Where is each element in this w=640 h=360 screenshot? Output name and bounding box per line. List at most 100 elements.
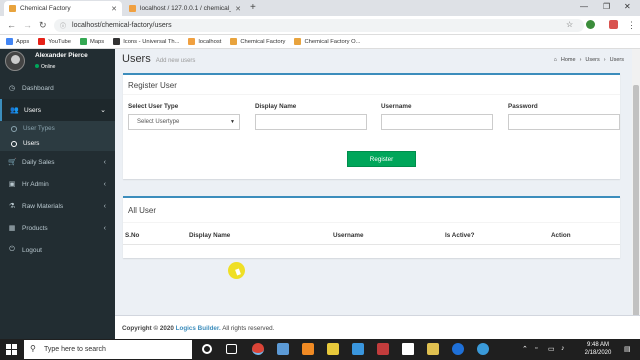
bookmark-apps[interactable]: Apps bbox=[6, 38, 29, 45]
page-subtitle: Add new users bbox=[155, 58, 196, 64]
status-text: Online bbox=[41, 64, 56, 70]
app-icon[interactable] bbox=[477, 343, 489, 355]
profile-icon[interactable] bbox=[609, 20, 618, 29]
sidebar-item-logout[interactable]: ⏻ Logout bbox=[0, 239, 115, 261]
tab-chemical-factory[interactable]: Chemical Factory ✕ bbox=[4, 1, 122, 16]
brand-link[interactable]: Logics Builder. bbox=[176, 325, 221, 332]
sidebar-item-raw-materials[interactable]: ⚗ Raw Materials ‹ bbox=[0, 195, 115, 217]
sidebar-item-label: Products bbox=[22, 224, 48, 232]
reload-icon[interactable]: ↻ bbox=[39, 20, 47, 31]
separator-icon: › bbox=[603, 57, 606, 63]
separator-icon: › bbox=[579, 57, 582, 63]
network-icon[interactable]: ▭ bbox=[548, 345, 555, 353]
display-name-input[interactable] bbox=[255, 114, 367, 130]
all-users-box: All User S.No Display Name Username Is A… bbox=[123, 196, 620, 258]
table-header: Username bbox=[333, 232, 364, 239]
chevron-down-icon: ⌄ bbox=[100, 107, 106, 114]
minimize-icon[interactable]: — bbox=[580, 2, 588, 11]
clock[interactable]: 9:48 AM 2/18/2020 bbox=[578, 341, 618, 357]
scrollbar[interactable] bbox=[632, 49, 640, 339]
windows-start-icon[interactable] bbox=[6, 344, 17, 355]
sidebar-subitem-user-types[interactable]: User Types bbox=[0, 121, 115, 136]
notifications-icon[interactable]: ▤ bbox=[624, 345, 631, 353]
sidebar-subitem-users[interactable]: Users bbox=[0, 136, 115, 151]
extension-icon[interactable] bbox=[586, 20, 595, 29]
menu-icon[interactable]: ⋮ bbox=[627, 20, 636, 31]
bookmark-chemical-factory-o[interactable]: Chemical Factory O... bbox=[294, 38, 361, 45]
username-input[interactable] bbox=[381, 114, 493, 130]
tab-title: Chemical Factory bbox=[20, 5, 71, 12]
mail-icon[interactable] bbox=[402, 343, 414, 355]
messenger-icon[interactable] bbox=[452, 343, 464, 355]
dashboard-icon: ◷ bbox=[8, 85, 16, 92]
bookmark-localhost[interactable]: localhost bbox=[188, 38, 221, 45]
taskbar-search[interactable]: ⚲ Type here to search bbox=[24, 340, 192, 359]
sidebar-item-label: User Types bbox=[23, 125, 55, 132]
field-label: Username bbox=[381, 103, 412, 110]
store-icon[interactable] bbox=[352, 343, 364, 355]
bookmark-youtube[interactable]: YouTube bbox=[38, 38, 71, 45]
bookmark-label: Apps bbox=[16, 38, 30, 45]
xampp-icon[interactable] bbox=[302, 343, 314, 355]
avatar bbox=[5, 51, 25, 71]
cortana-icon[interactable] bbox=[202, 344, 212, 354]
taskbar: ⚲ Type here to search ⌃ ▫ ▭ ♪ 9:48 AM 2/1… bbox=[0, 339, 640, 360]
main-content: Users Add new users ⌂ Home › Users › Users Reg… bbox=[115, 49, 640, 339]
breadcrumb-home[interactable]: Home bbox=[561, 57, 576, 63]
favicon-icon bbox=[230, 38, 238, 45]
folder-icon[interactable] bbox=[427, 343, 439, 355]
sidebar-item-dashboard[interactable]: ◷ Dashboard bbox=[0, 77, 115, 99]
table-header-divider bbox=[123, 244, 620, 245]
close-tab-icon[interactable]: ✕ bbox=[111, 5, 117, 13]
sidebar-item-daily-sales[interactable]: 🛒 Daily Sales ‹ bbox=[0, 151, 115, 173]
footer: Copyright © 2020 Logics Builder. All rig… bbox=[115, 315, 640, 339]
tab-phpmyadmin[interactable]: localhost / 127.0.0.1 / chemical_ ✕ bbox=[124, 1, 246, 16]
user-type-select[interactable]: Select Usertype ▼ bbox=[128, 114, 240, 130]
user-panel: Alexander Pierce Online bbox=[0, 49, 115, 75]
bookmark-icons[interactable]: Icons - Universal Th... bbox=[113, 38, 179, 45]
app-icon[interactable] bbox=[277, 343, 289, 355]
bookmark-label: localhost bbox=[198, 38, 222, 45]
info-icon[interactable]: ⓘ bbox=[60, 21, 66, 30]
box-title: All User bbox=[128, 206, 157, 215]
bookmark-label: Maps bbox=[90, 38, 105, 45]
sidebar-item-label: Logout bbox=[22, 246, 42, 254]
back-icon[interactable]: ← bbox=[7, 20, 16, 30]
register-button[interactable]: Register bbox=[347, 151, 416, 167]
sidebar-item-label: Daily Sales bbox=[22, 158, 55, 166]
table-header: Display Name bbox=[189, 232, 231, 239]
file-explorer-icon[interactable] bbox=[327, 343, 339, 355]
tray-chevron-icon[interactable]: ⌃ bbox=[522, 345, 528, 353]
task-view-icon[interactable] bbox=[226, 344, 237, 354]
page-title: Users bbox=[122, 53, 151, 65]
bookmark-star-icon[interactable]: ☆ bbox=[566, 20, 573, 29]
close-tab-icon[interactable]: ✕ bbox=[235, 5, 241, 13]
sidebar-item-users[interactable]: 👥 Users ⌄ bbox=[0, 99, 115, 121]
sidebar-item-label: Users bbox=[24, 106, 41, 114]
maximize-icon[interactable]: ❐ bbox=[603, 2, 610, 11]
user-name: Alexander Pierce bbox=[35, 52, 88, 59]
sidebar-item-products[interactable]: ▦ Products ‹ bbox=[0, 217, 115, 239]
volume-icon[interactable]: ♪ bbox=[561, 345, 565, 352]
new-tab-button[interactable]: + bbox=[250, 2, 256, 13]
power-icon: ⏻ bbox=[9, 246, 15, 253]
table-header: S.No bbox=[125, 232, 140, 239]
bookmark-maps[interactable]: Maps bbox=[80, 38, 104, 45]
bookmark-chemical-factory[interactable]: Chemical Factory bbox=[230, 38, 285, 45]
chrome-icon[interactable] bbox=[252, 343, 264, 355]
flask-icon: ⚗ bbox=[8, 203, 16, 210]
tray-app-icon[interactable]: ▫ bbox=[535, 345, 537, 352]
password-input[interactable] bbox=[508, 114, 620, 130]
scrollbar-thumb[interactable] bbox=[633, 85, 639, 317]
app-icon[interactable] bbox=[377, 343, 389, 355]
search-icon: ⚲ bbox=[30, 344, 36, 353]
page-header: Users Add new users bbox=[122, 53, 195, 65]
caret-down-icon: ▼ bbox=[230, 119, 235, 125]
breadcrumb-users[interactable]: Users bbox=[585, 57, 599, 63]
bookmarks-bar: Apps YouTube Maps Icons - Universal Th..… bbox=[0, 35, 640, 49]
forward-icon[interactable]: → bbox=[23, 20, 32, 30]
close-window-icon[interactable]: ✕ bbox=[624, 2, 631, 11]
url-field[interactable]: ⓘ localhost/chemical-factory/users bbox=[54, 19, 584, 32]
sidebar-item-hr-admin[interactable]: ▣ Hr Admin ‹ bbox=[0, 173, 115, 195]
copyright-text: Copyright © 2020 bbox=[122, 325, 174, 332]
